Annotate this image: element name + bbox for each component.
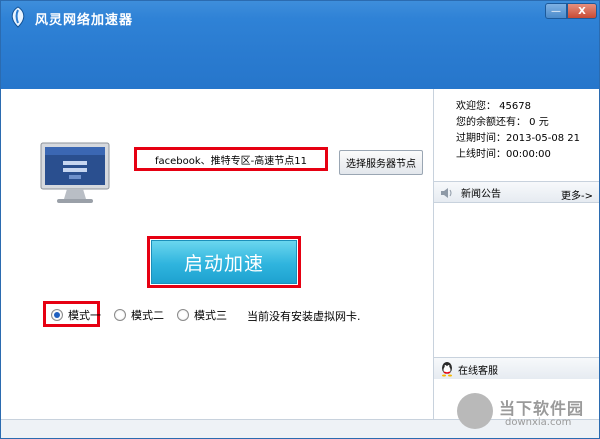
mode-option-2[interactable]: 模式二 [114, 304, 164, 326]
more-news-link[interactable]: 更多-> [561, 187, 593, 202]
watermark-name: 当下软件园 [499, 399, 585, 418]
online-service-label: 在线客服 [458, 366, 498, 377]
start-accelerate-button[interactable]: 启动加速 [151, 240, 297, 284]
window-title: 风灵网络加速器 [35, 13, 134, 28]
mode2-radio[interactable] [114, 309, 126, 321]
monitor-icon [40, 142, 110, 203]
mode-option-1[interactable]: 模式一 [51, 304, 101, 326]
news-title: 新闻公告 [461, 189, 501, 200]
minimize-button[interactable]: — [545, 3, 567, 19]
app-window: 风灵网络加速器 — X facebook、推特专区-高速节点11 选择服务器节点… [0, 0, 600, 439]
server-node-display: facebook、推特专区-高速节点11 [134, 147, 328, 171]
expiry-text: 过期时间：2013-05-08 21 [456, 133, 581, 144]
mode3-label: 模式三 [194, 309, 227, 322]
watermark-logo-icon [457, 393, 493, 429]
mode-option-3[interactable]: 模式三 [177, 304, 227, 326]
online-service-row[interactable]: 在线客服 [434, 357, 599, 379]
online-time-text: 上线时间：00:00:00 [456, 149, 551, 160]
title-bar[interactable]: 风灵网络加速器 — X [1, 1, 599, 89]
welcome-text: 欢迎您： 45678 [456, 101, 531, 112]
mode3-radio[interactable] [177, 309, 189, 321]
select-server-button[interactable]: 选择服务器节点 [339, 150, 423, 175]
mode2-label: 模式二 [131, 309, 164, 322]
app-logo-icon [11, 6, 25, 28]
mode1-label: 模式一 [68, 309, 101, 322]
balance-text: 您的余额还有： 0 元 [456, 117, 549, 128]
mode1-radio[interactable] [51, 309, 63, 321]
watermark-domain: downxia.com [505, 417, 572, 428]
speaker-icon [441, 188, 452, 198]
news-header: 新闻公告 更多-> [434, 181, 599, 203]
account-info: 欢迎您： 45678 您的余额还有： 0 元 过期时间：2013-05-08 2… [456, 99, 580, 163]
close-button[interactable]: X [567, 3, 597, 19]
watermark: 当下软件园 downxia.com [457, 391, 597, 437]
qq-penguin-icon [442, 362, 452, 377]
status-message: 当前没有安装虚拟网卡. [247, 310, 361, 323]
right-panel: 欢迎您： 45678 您的余额还有： 0 元 过期时间：2013-05-08 2… [433, 89, 599, 419]
main-panel: facebook、推特专区-高速节点11 选择服务器节点 启动加速 模式一 模式… [1, 89, 433, 419]
news-list [434, 203, 599, 357]
